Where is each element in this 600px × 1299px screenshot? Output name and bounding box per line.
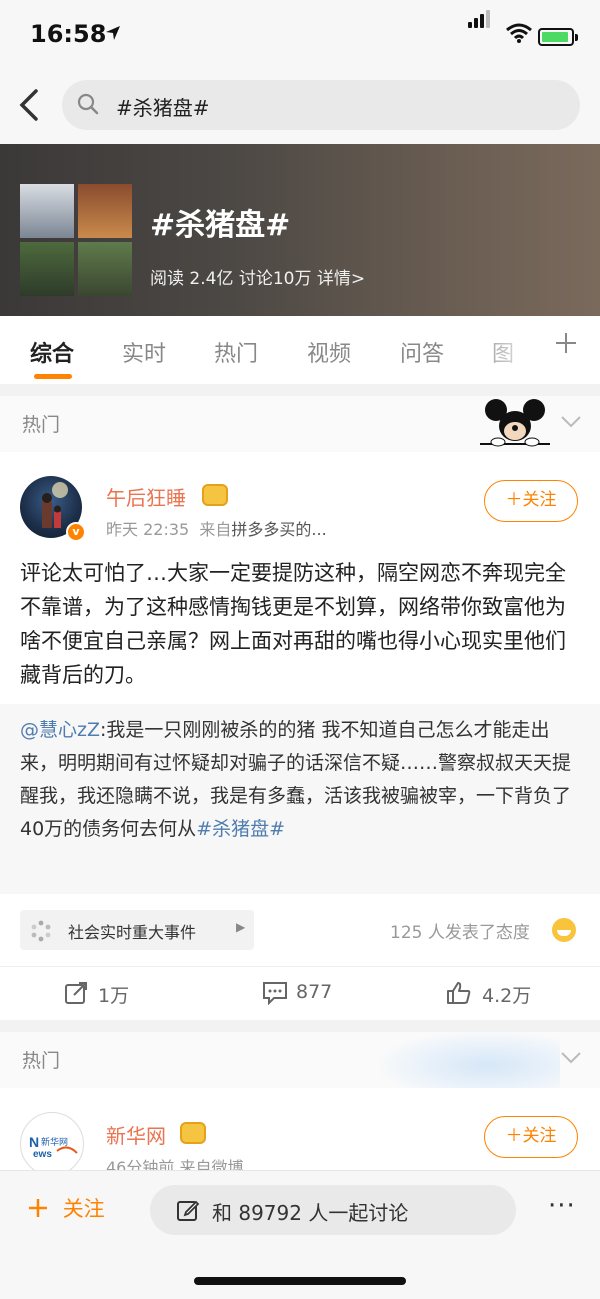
post-meta: 昨天 22:35 来自拼多多买的... (106, 516, 327, 540)
bottom-follow-button[interactable]: 关注 (28, 1193, 105, 1223)
comment-count[interactable]: 877 (296, 981, 332, 1003)
cloud-decoration-icon (380, 1032, 560, 1088)
search-icon (76, 92, 100, 120)
section-header-hot-2: 热门 (0, 1032, 600, 1088)
tab-bar: 综合 实时 热门 视频 问答 图 (0, 316, 600, 384)
tab-active-indicator (34, 374, 72, 379)
weibo-topic-page: 16:58 #杀猪盘# #杀猪盘# 阅读 2.4亿 讨论10万 详情> 综合 实… (0, 0, 600, 1299)
post-meta: 46分钟前 来自微博 ... (106, 1158, 264, 1170)
topic-chip[interactable]: 社会实时重大事件 ▶ (20, 910, 254, 950)
post-source[interactable]: 拼多多买的... (231, 520, 326, 539)
retweeted-post[interactable]: @慧心zZ:我是一只刚刚被杀的的猪 我不知道自己怎么才能走出来，明明期间有过怀疑… (0, 704, 600, 894)
chevron-down-icon[interactable] (560, 1050, 582, 1069)
add-tab-icon[interactable] (554, 328, 578, 363)
comment-icon[interactable] (262, 981, 288, 1009)
xinhua-avatar[interactable]: N 新华网 ews (20, 1112, 84, 1170)
repost-icon[interactable] (64, 981, 88, 1009)
tab-comprehensive[interactable]: 综合 (30, 336, 74, 368)
topic-chip-label: 社会实时重大事件 (68, 923, 197, 942)
retweet-topic-link[interactable]: #杀猪盘# (196, 818, 285, 840)
svg-text:N: N (29, 1134, 39, 1150)
search-input[interactable]: #杀猪盘# (62, 80, 580, 130)
search-header: #杀猪盘# (0, 72, 600, 144)
follow-button[interactable]: ＋关注 (484, 480, 578, 522)
search-query: #杀猪盘# (116, 96, 210, 120)
discuss-label: 和 89792 人一起讨论 (212, 1201, 409, 1225)
chevron-down-icon[interactable] (560, 414, 582, 433)
repost-count[interactable]: 1万 (98, 981, 129, 1008)
svg-text:新华网: 新华网 (41, 1136, 68, 1147)
retweet-body: :我是一只刚刚被杀的的猪 我不知道自己怎么才能走出来，明明期间有过怀疑却对骗子的… (20, 719, 572, 840)
post-author[interactable]: 新华网 (106, 1120, 166, 1149)
wifi-icon (506, 22, 532, 48)
tab-hot[interactable]: 热门 (214, 336, 258, 368)
weibo-post-card-2: N 新华网 ews 新华网 46分钟前 来自微博 ... ＋关注 (0, 1088, 600, 1170)
back-icon[interactable] (18, 88, 40, 128)
like-count[interactable]: 4.2万 (482, 981, 531, 1008)
vip-crown-icon (180, 1122, 206, 1144)
tab-fade (470, 316, 540, 384)
bottom-follow-label: 关注 (62, 1197, 105, 1221)
more-icon[interactable]: ··· (548, 1191, 576, 1221)
discuss-input[interactable]: 和 89792 人一起讨论 (150, 1185, 516, 1235)
battery-icon (538, 28, 578, 46)
vip-crown-icon (202, 484, 228, 506)
location-arrow-icon (104, 24, 122, 47)
smile-emoji-icon (552, 918, 576, 942)
asterisk-loader-icon (30, 920, 52, 946)
topic-title: #杀猪盘# (150, 208, 291, 243)
post-actions: 1万 877 4.2万 (0, 966, 600, 1020)
edit-icon (176, 1198, 200, 1226)
tab-qa[interactable]: 问答 (400, 336, 444, 368)
attitude-count[interactable]: 125 人发表了态度 (390, 918, 530, 943)
chevron-right-icon: ▶ (236, 920, 246, 934)
section-label: 热门 (22, 414, 61, 436)
plus-icon (29, 1199, 47, 1217)
svg-text:ews: ews (33, 1149, 52, 1160)
weibo-post-card: v 午后狂睡 昨天 22:35 来自拼多多买的... ＋关注 评论太可怕了…大家… (0, 452, 600, 1020)
tab-video[interactable]: 视频 (307, 336, 351, 368)
topic-stats[interactable]: 阅读 2.4亿 讨论10万 详情> (150, 264, 365, 289)
post-text: 评论太可怕了…大家一定要提防这种，隔空网恋不奔现完全不靠谱，为了这种感情掏钱更是… (20, 561, 566, 687)
mickey-decoration-icon (480, 398, 550, 454)
post-time: 昨天 22:35 (106, 520, 190, 539)
like-icon[interactable] (446, 981, 472, 1009)
section-label: 热门 (22, 1050, 61, 1072)
follow-button[interactable]: ＋关注 (484, 1116, 578, 1158)
topic-image-collage (20, 184, 132, 296)
bottom-bar: 关注 和 89792 人一起讨论 ··· (0, 1170, 600, 1299)
post-source-prefix: 来自 (199, 520, 232, 539)
status-time: 16:58 (30, 20, 107, 48)
topic-banner: #杀猪盘# 阅读 2.4亿 讨论10万 详情> (0, 144, 600, 316)
section-header-hot: 热门 (0, 396, 600, 452)
retweet-mention[interactable]: @慧心zZ (20, 719, 100, 741)
tab-realtime[interactable]: 实时 (122, 336, 166, 368)
status-bar: 16:58 (0, 0, 600, 72)
home-indicator (194, 1277, 406, 1285)
post-author[interactable]: 午后狂睡 (106, 482, 186, 511)
retweeted-text: @慧心zZ:我是一只刚刚被杀的的猪 我不知道自己怎么才能走出来，明明期间有过怀疑… (20, 714, 580, 846)
verified-badge-icon: v (66, 522, 86, 542)
